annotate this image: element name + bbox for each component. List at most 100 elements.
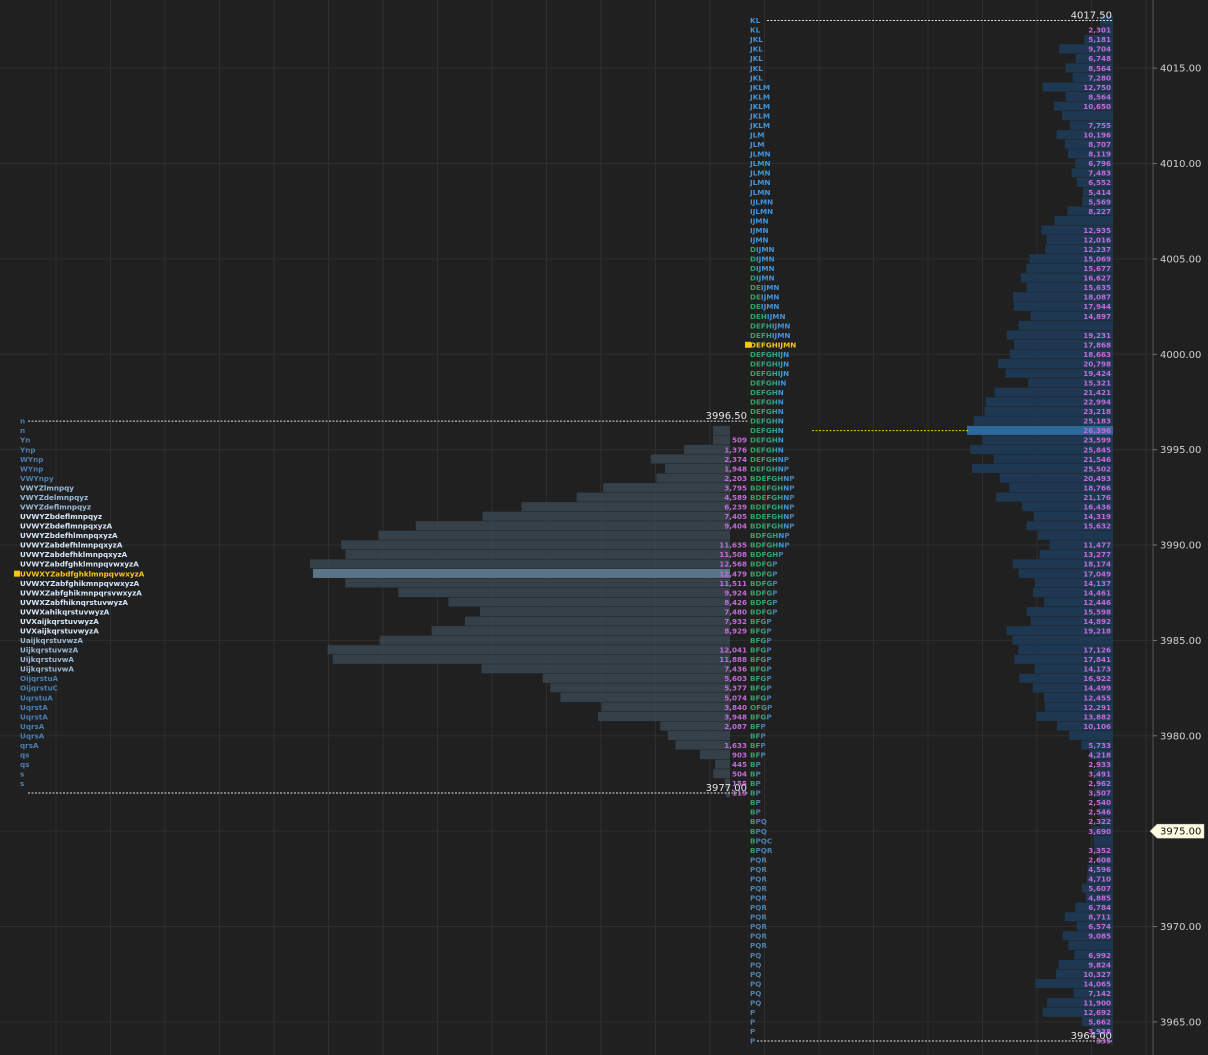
tpo-row-session2: BFP [750,722,766,731]
volume-bar-session1 [345,549,730,559]
volume-label-session2: 14,319 [1083,512,1111,521]
volume-label-session1: 5,377 [724,684,747,693]
volume-label-session2: 5,607 [1088,884,1111,893]
tpo-row-session2: JKLM [749,83,770,92]
volume-label-session1: 11,511 [719,579,747,588]
volume-label-session2: 15,635 [1083,283,1111,292]
volume-label-session2: 335 [1096,1037,1111,1046]
volume-bar-session2 [1069,731,1113,741]
tpo-row-session1: WYnp [20,464,43,473]
volume-label-session2: 7,755 [1088,121,1111,130]
tpo-row-session1: UVWYZbdeflmnpqxyzA [20,522,113,531]
volume-label-session2: 6,784 [1088,903,1111,912]
tpo-row-session1: UqrstA [20,712,48,721]
volume-bar-session1 [327,645,730,655]
volume-label-session2: 8,711 [1088,913,1111,922]
tpo-row-session2: JLMN [749,178,770,187]
volume-label-session2: 3,507 [1088,789,1111,798]
volume-bar-session2 [1054,216,1113,226]
volume-label-session2: 12,016 [1083,235,1111,244]
volume-label-session2: 2,608 [1088,855,1111,864]
tpo-row-session2: OFGP [750,703,772,712]
tpo-row-session1: VWYZdelmnpqyz [20,493,88,502]
volume-label-session2: 12,692 [1083,1008,1111,1017]
market-profile-chart[interactable]: 3996.50 3977.00 4017.50 3964.00 n n Yn Ynp WYnp W… [0,0,1208,1055]
volume-label-session2: 6,574 [1088,922,1111,931]
volume-label-session1: 155 [732,779,747,788]
volume-label-session2: 17,868 [1083,340,1111,349]
volume-bar-session1 [660,721,730,731]
volume-label-session1: 12,568 [719,560,747,569]
tpo-row-session2: DEIJMN [750,302,779,311]
volume-label-session2: 20,493 [1083,474,1111,483]
volume-label-session2: 8,564 [1088,92,1111,101]
tpo-row-session2: BPQC [750,836,772,845]
price-tick-label: 3970.00 [1160,922,1201,933]
tpo-row-session2: BPQR [750,846,773,855]
volume-bar-session1 [341,540,730,550]
tpo-row-session2: BFGP [750,712,772,721]
volume-label-session1: 445 [732,760,747,769]
volume-label-session1: 7,480 [724,607,747,616]
tpo-row-session2: JKL [749,35,763,44]
price-tick-label: 3990.00 [1160,541,1201,552]
tpo-row-session1: UqrsA [20,722,45,731]
volume-label-session2: 23,599 [1083,436,1111,445]
volume-label-session2: 2,546 [1088,808,1111,817]
volume-label-session2: 26,396 [1083,426,1111,435]
tpo-row-session2: DEFGHN [750,417,784,426]
volume-bar-session1 [713,769,730,779]
tpo-row-session1: n [20,417,25,426]
volume-bar-session1 [542,673,730,683]
volume-bar-session1 [481,664,730,674]
tpo-row-session1: UijkqrstuvwzA [20,646,79,655]
volume-bar-session2 [1093,835,1113,845]
tpo-row-session1: UVWXYZabdfghklmnpqvwxyzA [20,569,145,578]
tpo-row-session2: BFP [750,750,766,759]
volume-label-session2: 15,598 [1083,607,1111,616]
tpo-row-session1: UVWYZabdefhlmnpqxyzA [20,541,123,550]
volume-bar-session1 [601,702,730,712]
tpo-row-session1: UVWXahikqrstuvwyzA [20,607,110,616]
tpo-row-session2: JKLM [749,102,770,111]
tpo-row-session2: DEFGHIJN [750,350,789,359]
tpo-row-session1: UVWXZabfghikmnpqrsvwxyzA [20,588,142,597]
tpo-row-session1: n [20,426,25,435]
tpo-row-session2: BDFGP [750,588,778,597]
volume-label-session2: 8,227 [1088,207,1111,216]
volume-bar-session1 [550,683,730,693]
tpo-row-session2: DEFGHN [750,407,784,416]
volume-label-session2: 17,126 [1083,646,1111,655]
tpo-row-session2: BFP [750,741,766,750]
tpo-row-session2: BFGP [750,636,772,645]
tpo-row-session2: PQR [750,855,767,864]
tpo-row-session2: IJMN [750,216,769,225]
tpo-row-session2: BDFGHP [750,550,784,559]
tpo-row-session2: BDFGP [750,579,778,588]
volume-label-session2: 10,196 [1083,131,1111,140]
volume-label-session2: 17,049 [1083,569,1111,578]
volume-bar-session1 [345,578,730,588]
tpo-row-session2: JKLM [749,111,770,120]
volume-bar-session2 [1012,635,1113,645]
volume-label-session2: 12,291 [1083,703,1111,712]
volume-label-session2: 3,690 [1088,827,1111,836]
tpo-row-session2: PQ [750,970,761,979]
tpo-row-session1: UVWYZbdefhlmnpqxyzA [20,531,118,540]
volume-label-session2: 6,552 [1088,178,1111,187]
tpo-row-session2: DIJMN [750,255,775,264]
tpo-row-session2: DEHIJMN [750,312,785,321]
volume-label-session2: 10,327 [1083,970,1111,979]
tpo-row-session2: BFGP [750,646,772,655]
volume-label-session2: 15,321 [1083,379,1111,388]
volume-bar-session1 [684,444,730,454]
tpo-row-session2: DEIJMN [750,293,779,302]
tpo-row-session2: BP [750,789,761,798]
volume-label-session2: 14,173 [1083,665,1111,674]
tpo-row-session2: JKL [749,45,763,54]
tpo-row-session2: DIJMN [750,264,775,273]
tpo-row-session2: BP [750,779,761,788]
tpo-row-session2: BDEFGHNP [750,483,795,492]
tpo-row-session2: KL [750,16,761,25]
tpo-row-session1: UaijkqrstuvwzA [20,636,83,645]
